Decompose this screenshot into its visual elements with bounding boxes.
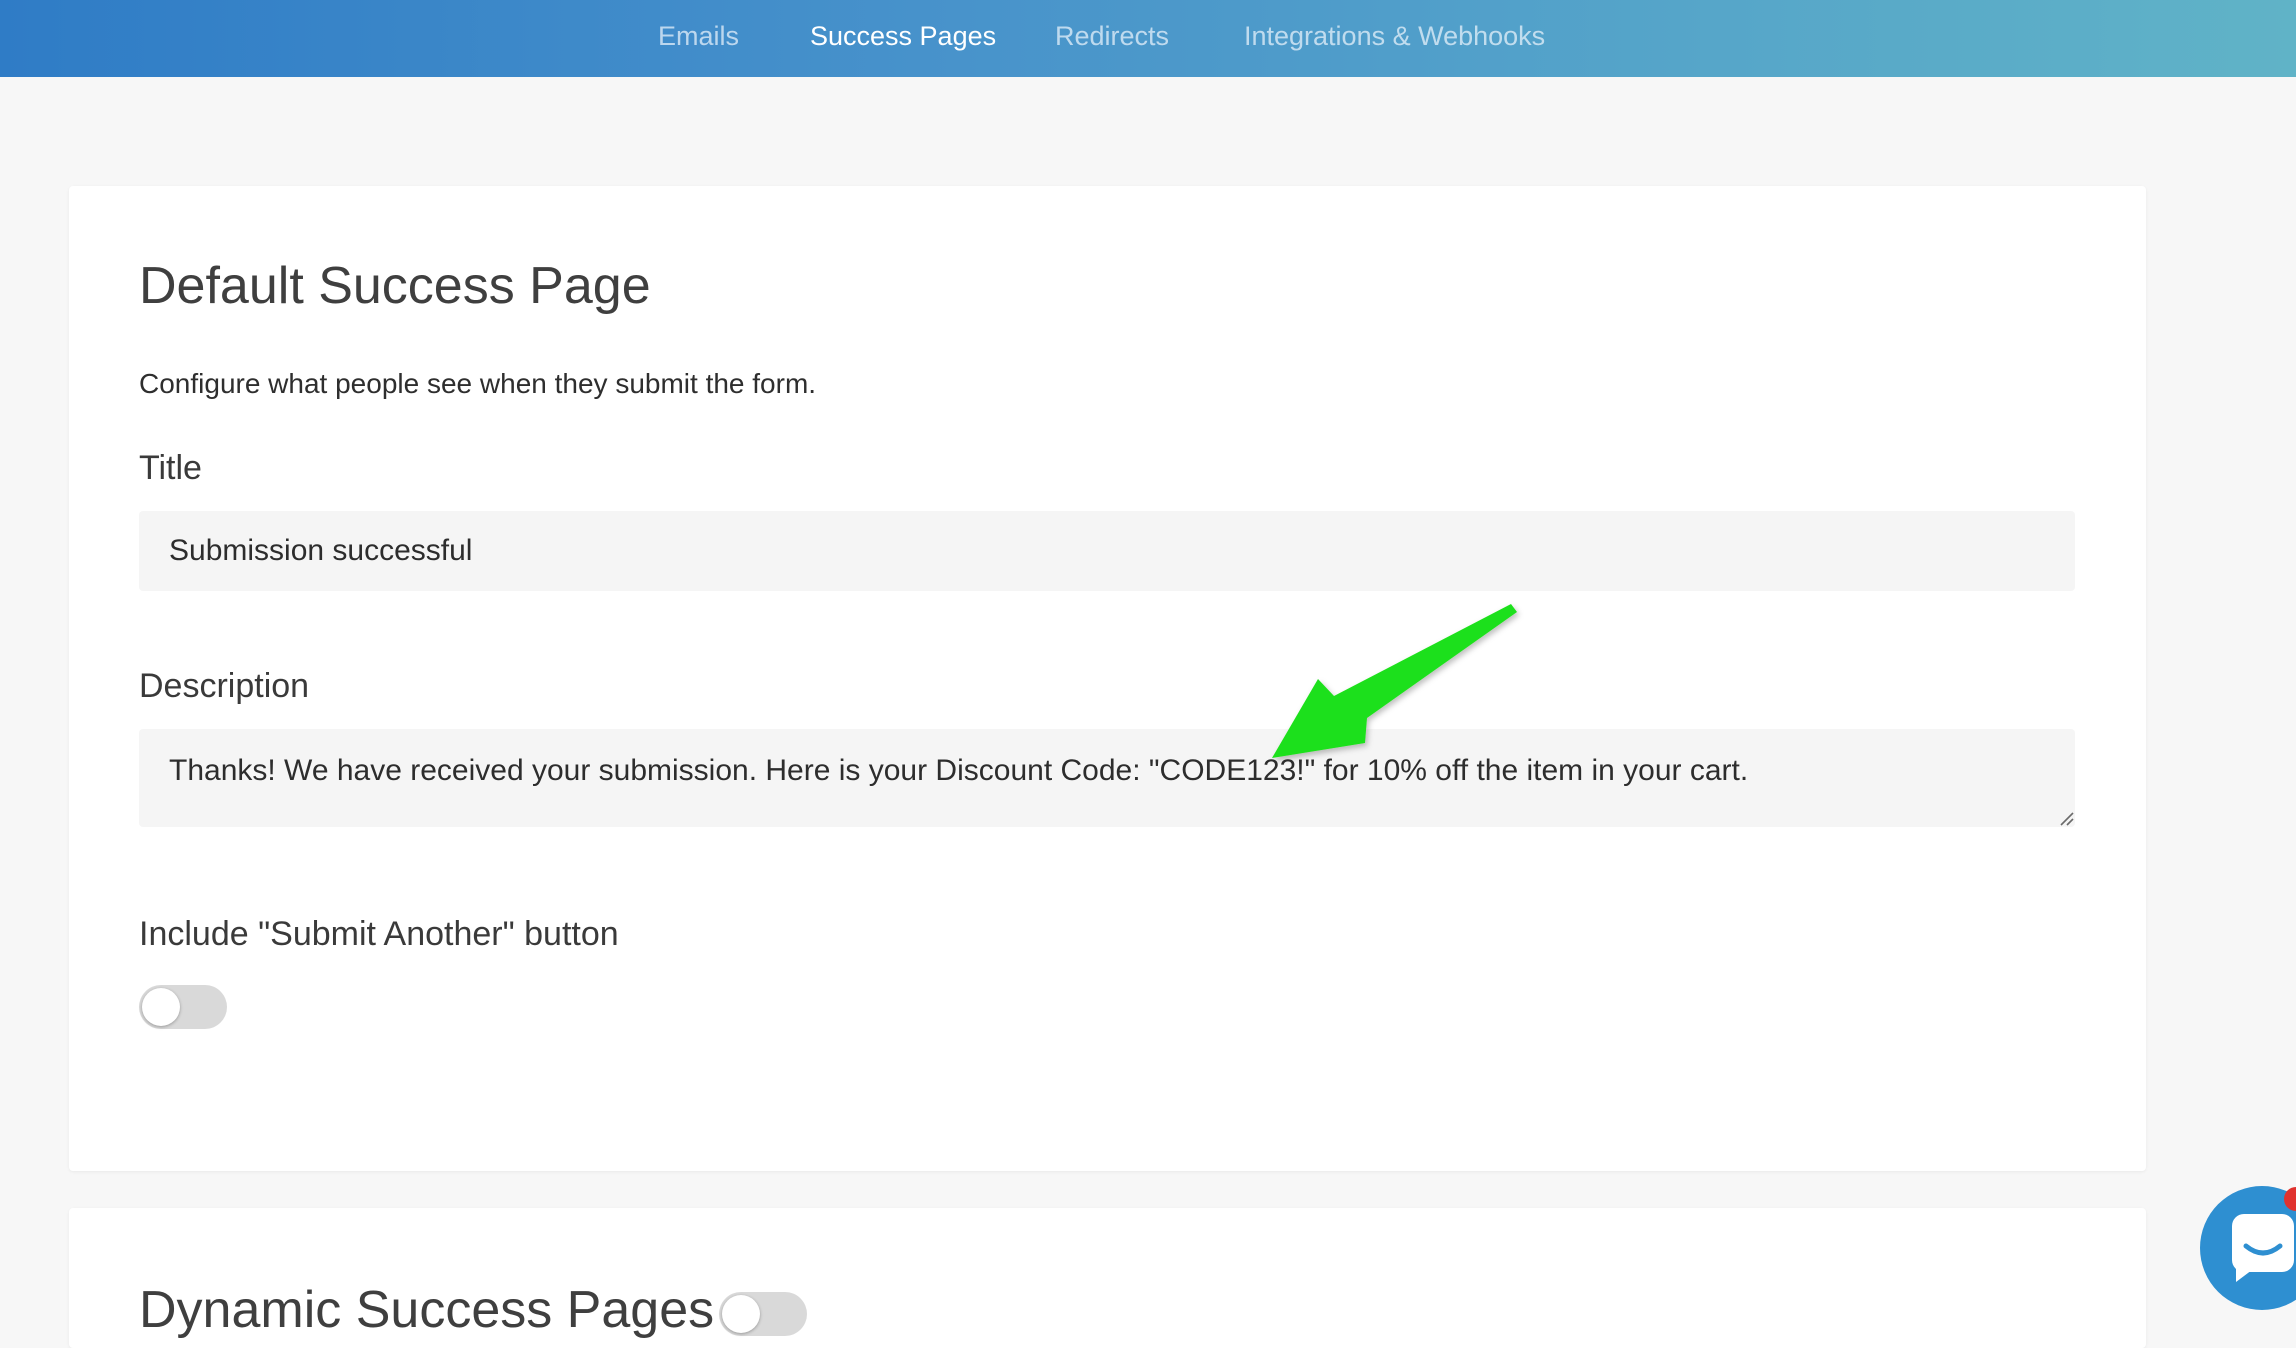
description-text: Thanks! We have received your submission… (169, 754, 1749, 787)
default-success-page-card: Default Success Page Configure what peop… (69, 186, 2146, 1171)
nav-tab-success-pages[interactable]: Success Pages (810, 0, 996, 77)
resize-handle-icon[interactable] (2057, 809, 2075, 827)
chat-bubble-icon (2232, 1214, 2294, 1282)
chat-widget-button[interactable] (2200, 1186, 2296, 1310)
description-textarea[interactable]: Thanks! We have received your submission… (139, 729, 2075, 827)
dynamic-success-toggle[interactable] (719, 1292, 807, 1336)
title-label: Title (139, 449, 202, 487)
dynamic-success-heading: Dynamic Success Pages (139, 1281, 715, 1339)
default-success-subtext: Configure what people see when they subm… (139, 368, 817, 399)
dynamic-success-pages-card: Dynamic Success Pages (69, 1208, 2146, 1348)
toggle-knob (142, 988, 180, 1026)
title-input[interactable] (139, 511, 2075, 591)
submit-another-toggle[interactable] (139, 985, 227, 1029)
nav-tab-redirects[interactable]: Redirects (1055, 0, 1169, 77)
submit-another-label: Include "Submit Another" button (139, 915, 619, 953)
default-success-heading: Default Success Page (139, 257, 651, 315)
top-nav-bar: Emails Success Pages Redirects Integrati… (0, 0, 2296, 77)
toggle-knob (722, 1295, 760, 1333)
nav-tab-integrations-webhooks[interactable]: Integrations & Webhooks (1244, 0, 1545, 77)
description-label: Description (139, 667, 310, 705)
nav-tab-emails[interactable]: Emails (658, 0, 739, 77)
